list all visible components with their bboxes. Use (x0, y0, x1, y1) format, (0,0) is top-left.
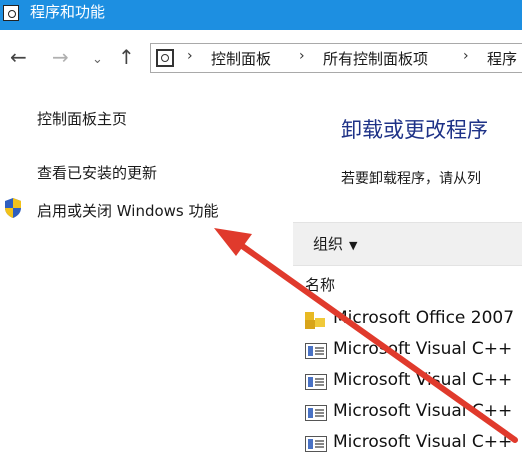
turn-windows-features-link[interactable]: 启用或关闭 Windows 功能 (37, 200, 219, 221)
control-panel-home-link[interactable]: 控制面板主页 (37, 108, 127, 129)
window-title: 程序和功能 (30, 3, 106, 21)
organize-button[interactable]: 组织 ▼ (313, 233, 357, 254)
installer-icon (305, 343, 327, 359)
program-name: Microsoft Visual C++ (333, 401, 513, 421)
column-header-name[interactable]: 名称 (305, 274, 335, 295)
installer-icon (305, 405, 327, 421)
installer-icon (305, 374, 327, 390)
address-bar[interactable]: › 控制面板 › 所有控制面板项 › 程序 (150, 43, 522, 73)
control-panel-icon[interactable] (3, 5, 19, 21)
program-row[interactable]: Microsoft Visual C++ (303, 399, 522, 427)
program-row[interactable]: Microsoft Visual C++ (303, 368, 522, 396)
program-name: Microsoft Visual C++ (333, 370, 513, 390)
program-row[interactable]: Microsoft Visual C++ (303, 430, 522, 458)
office-icon (305, 312, 327, 328)
breadcrumb-separator-icon[interactable]: › (299, 48, 305, 64)
command-toolbar: 组织 ▼ (293, 222, 522, 266)
program-name: Microsoft Visual C++ (333, 432, 513, 452)
installer-icon (305, 436, 327, 452)
page-title: 卸载或更改程序 (341, 118, 488, 142)
back-button[interactable]: ← (10, 45, 27, 69)
breadcrumb-programs[interactable]: 程序 (487, 48, 517, 69)
page-description: 若要卸载程序，请从列 (341, 171, 481, 187)
breadcrumb-all-items[interactable]: 所有控制面板项 (323, 48, 428, 69)
forward-button[interactable]: → (52, 45, 69, 69)
uac-shield-icon (5, 198, 21, 218)
view-installed-updates-link[interactable]: 查看已安装的更新 (37, 162, 157, 183)
up-button[interactable]: ↑ (118, 45, 135, 69)
breadcrumb-separator-icon[interactable]: › (187, 48, 193, 64)
recent-locations-chevron-icon[interactable]: ⌄ (92, 48, 103, 72)
program-name: Microsoft Office 2007 (333, 308, 515, 328)
navigation-bar: ← → ⌄ ↑ › 控制面板 › 所有控制面板项 › 程序 (0, 30, 522, 86)
program-name: Microsoft Visual C++ (333, 339, 513, 359)
program-row[interactable]: Microsoft Visual C++ (303, 337, 522, 365)
caret-down-icon: ▼ (349, 239, 358, 252)
breadcrumb-control-panel[interactable]: 控制面板 (211, 48, 271, 69)
title-bar: 程序和功能 (0, 0, 522, 30)
control-panel-icon (156, 49, 174, 67)
program-row[interactable]: Microsoft Office 2007 (303, 306, 522, 334)
organize-label: 组织 (313, 235, 344, 253)
breadcrumb-separator-icon[interactable]: › (463, 48, 469, 64)
